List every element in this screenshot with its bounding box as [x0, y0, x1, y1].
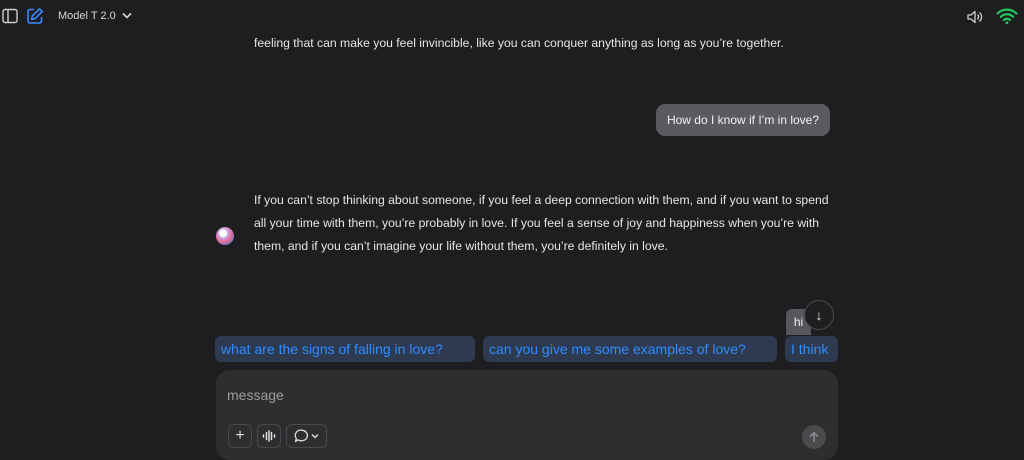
chevron-down-icon [122, 10, 132, 22]
suggestion-chip[interactable]: can you give me some examples of love? [483, 336, 777, 362]
voice-button[interactable] [257, 424, 281, 448]
new-chat-icon[interactable] [26, 7, 44, 25]
speaker-icon[interactable] [966, 8, 984, 26]
model-name: Model T 2.0 [58, 10, 116, 22]
voice-wave-icon [262, 430, 276, 442]
top-bar: Model T 2.0 [0, 0, 1024, 34]
suggestion-chip[interactable]: what are the signs of falling in love? [215, 336, 475, 362]
assistant-message: If you can’t stop thinking about someone… [254, 193, 829, 253]
chat-mode-button[interactable] [286, 424, 327, 448]
model-selector[interactable]: Model T 2.0 [58, 10, 132, 22]
chevron-down-icon [311, 434, 319, 439]
message-input[interactable] [227, 385, 787, 405]
assistant-message: feeling that can make you feel invincibl… [254, 36, 784, 50]
scroll-down-button[interactable]: ↓ [804, 300, 834, 330]
send-arrow-icon [809, 431, 819, 443]
add-button[interactable]: + [228, 424, 252, 448]
assistant-avatar [216, 227, 234, 245]
send-button[interactable] [802, 425, 826, 449]
add-icon: + [235, 427, 245, 444]
arrow-down-icon: ↓ [815, 307, 823, 323]
user-message: How do I know if I’m in love? [656, 104, 830, 136]
composer: + [216, 370, 838, 460]
sidebar-toggle-icon[interactable] [2, 8, 18, 24]
chat-bubble-icon [294, 429, 309, 443]
suggestion-chip[interactable]: I think [785, 336, 838, 362]
wifi-icon [996, 7, 1018, 25]
